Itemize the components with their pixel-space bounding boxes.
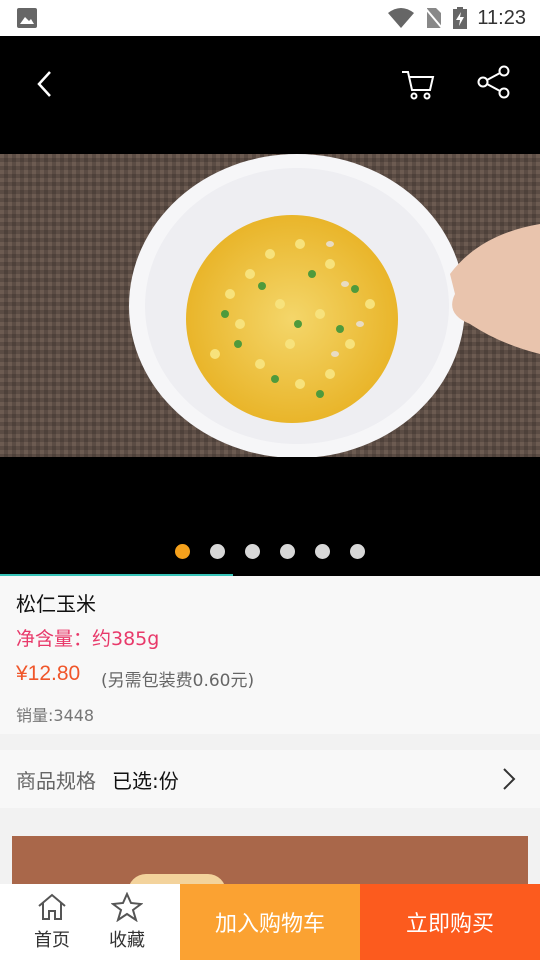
packaging-fee: (另需包装费0.60元): [101, 671, 255, 691]
bottom-action-bar: 首页 收藏 加入购物车 立即购买: [0, 884, 540, 960]
sales-count: 销量:3448: [16, 706, 95, 725]
product-price: ¥12.80: [16, 662, 81, 685]
home-button[interactable]: 首页: [15, 884, 89, 960]
spec-selector[interactable]: 商品规格 已选:份: [0, 750, 540, 808]
net-weight: 净含量：约385g: [16, 628, 160, 650]
status-time: 11:23: [477, 6, 526, 29]
no-sim-icon: [425, 8, 444, 29]
image-notification-icon: [17, 8, 37, 28]
share-icon[interactable]: [474, 62, 514, 102]
wifi-icon: [388, 8, 415, 28]
product-name: 松仁玉米: [16, 592, 96, 616]
battery-charging-icon: [453, 7, 468, 29]
carousel-dot[interactable]: [315, 544, 330, 559]
top-bar: [0, 36, 540, 128]
carousel-dot[interactable]: [350, 544, 365, 559]
carousel-dot[interactable]: [280, 544, 295, 559]
product-photo: [0, 154, 540, 457]
favorite-label: 收藏: [109, 930, 145, 951]
home-label: 首页: [34, 930, 70, 951]
carousel-dot[interactable]: [210, 544, 225, 559]
favorite-button[interactable]: 收藏: [90, 884, 164, 960]
status-bar: 11:23: [0, 0, 540, 36]
product-info: 松仁玉米 净含量：约385g ¥12.80 (另需包装费0.60元) 销量:34…: [0, 576, 540, 734]
add-to-cart-button[interactable]: 加入购物车: [180, 884, 360, 960]
chevron-right-icon: [503, 768, 516, 790]
star-icon: [111, 892, 143, 922]
cart-icon[interactable]: [398, 64, 438, 104]
spec-value: 已选:份: [112, 768, 179, 793]
carousel-indicator: [0, 544, 540, 559]
carousel-dot[interactable]: [245, 544, 260, 559]
carousel-dot[interactable]: [175, 544, 190, 559]
buy-now-button[interactable]: 立即购买: [360, 884, 540, 960]
back-icon[interactable]: [26, 64, 66, 104]
spec-label: 商品规格: [16, 768, 96, 793]
home-icon: [38, 893, 66, 920]
